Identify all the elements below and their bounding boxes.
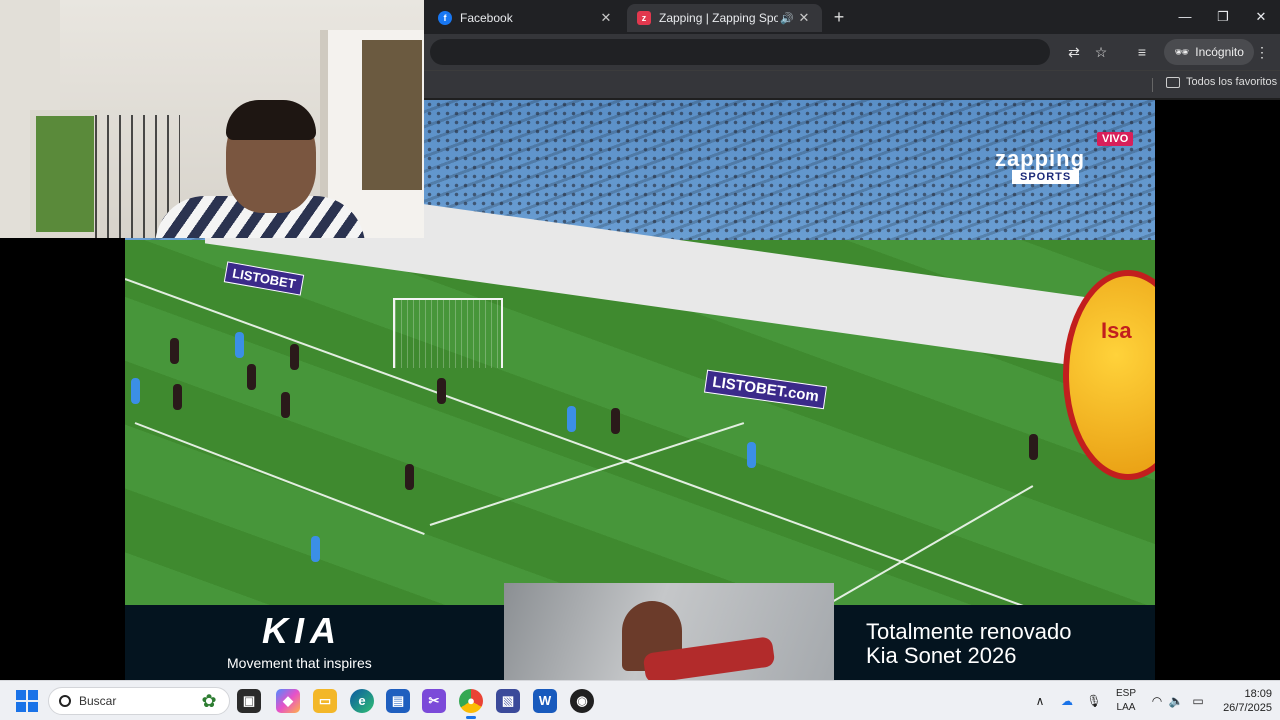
taskbar-search-placeholder: Buscar (79, 694, 117, 708)
new-tab-button[interactable]: + (828, 6, 850, 28)
windows-start-icon[interactable] (16, 690, 38, 712)
ad-photo-driver (504, 583, 834, 680)
browser-chrome: f Facebook ✕ z Zapping | Zapping Sports … (424, 0, 1280, 100)
sponsor-balloon-text: Isa (1101, 318, 1132, 343)
taskbar: Buscar ✿ ▣ ◆ ▭ e ▤ ✂ ● ▧ W ◉ ∧ ☁ 🎙 ESP L… (0, 680, 1280, 720)
minimize-button[interactable]: — (1166, 0, 1204, 34)
bookmarks-all-folder[interactable]: Todos los favoritos (1166, 76, 1277, 88)
more-menu-icon[interactable]: ⋮ (1250, 40, 1274, 64)
tab-facebook[interactable]: f Facebook ✕ (428, 4, 624, 32)
player (567, 406, 576, 432)
player (405, 464, 414, 490)
tab-title: Zapping | Zapping Sports (659, 11, 778, 25)
browser-toolbar: ⇄ ☆ ≡ 🕶 Incógnito ⋮ (424, 34, 1280, 70)
webcam-shelf (362, 40, 422, 190)
tab-bar: f Facebook ✕ z Zapping | Zapping Sports … (424, 0, 1280, 34)
word-icon[interactable]: W (533, 689, 557, 713)
system-clock[interactable]: 18:09 26/7/2025 (1222, 687, 1272, 715)
file-explorer-icon[interactable]: ▭ (313, 689, 337, 713)
media-controls-icon[interactable]: ≡ (1130, 40, 1154, 64)
address-bar[interactable] (430, 39, 1050, 65)
goal-net (393, 298, 503, 368)
volume-icon[interactable]: 🔈 (1166, 691, 1186, 711)
facebook-icon: f (438, 11, 452, 25)
snipping-tool-icon[interactable]: ✂ (422, 689, 446, 713)
bookmarks-separator (1152, 78, 1153, 92)
language-indicator[interactable]: ESP LAA (1112, 687, 1140, 715)
player (437, 378, 446, 404)
close-window-button[interactable]: ✕ (1242, 0, 1280, 34)
clock-date: 26/7/2025 (1223, 702, 1272, 714)
live-badge: VIVO (1097, 132, 1134, 146)
bookmarks-folder-label: Todos los favoritos (1186, 76, 1278, 88)
clock-time: 18:09 (1244, 688, 1272, 700)
speaker-icon[interactable]: 🔊 (778, 12, 796, 25)
kia-logo: KIA (262, 610, 342, 651)
media-app-icon[interactable]: ▧ (496, 689, 520, 713)
tab-close-icon[interactable]: ✕ (796, 10, 812, 26)
ad-headline-line2: Kia Sonet 2026 (866, 643, 1017, 668)
onedrive-icon[interactable]: ☁ (1057, 691, 1077, 711)
store-icon[interactable]: ▤ (386, 689, 410, 713)
tab-zapping[interactable]: z Zapping | Zapping Sports 🔊 ✕ (627, 4, 822, 32)
incognito-icon: 🕶 (1174, 45, 1190, 59)
folder-icon (1166, 76, 1180, 88)
player (173, 384, 182, 410)
keyboard-layout: LAA (1116, 702, 1136, 713)
webcam-person-hair (226, 100, 316, 140)
microphone-icon[interactable]: 🎙 (1084, 691, 1104, 711)
maximize-button[interactable]: ❐ (1204, 0, 1242, 34)
chrome-icon[interactable]: ● (459, 689, 483, 719)
task-view-icon[interactable]: ▣ (237, 689, 261, 713)
tab-close-icon[interactable]: ✕ (598, 10, 614, 26)
battery-icon[interactable]: ▭ (1188, 691, 1208, 711)
language-code: ESP (1115, 688, 1136, 699)
zapping-icon: z (637, 11, 651, 25)
player (170, 338, 179, 364)
search-highlight-icon[interactable]: ✿ (192, 689, 226, 713)
zapping-logo: zapping (994, 146, 1086, 171)
kia-tagline: Movement that inspires (227, 655, 372, 671)
player (131, 378, 140, 404)
chevron-up-icon[interactable]: ∧ (1030, 691, 1050, 711)
player (281, 392, 290, 418)
player (235, 332, 244, 358)
screen: f Facebook ✕ z Zapping | Zapping Sports … (0, 0, 1280, 720)
zapping-sports-label: SPORTS (1012, 170, 1080, 184)
player (611, 408, 620, 434)
translate-icon[interactable]: ⇄ (1062, 40, 1086, 64)
bookmarks-bar: Todos los favoritos (424, 70, 1280, 98)
ad-banner[interactable]: KIA Movement that inspires Totalmente re… (125, 583, 1155, 680)
player (1029, 434, 1038, 460)
incognito-button[interactable]: 🕶 Incógnito (1164, 39, 1254, 65)
ad-headline-line1: Totalmente renovado (866, 619, 1072, 644)
copilot-icon[interactable]: ◆ (276, 689, 300, 713)
app-icon[interactable]: ◉ (570, 689, 594, 713)
ad-headline: Totalmente renovado Kia Sonet 2026 (866, 620, 1071, 668)
player (311, 536, 320, 562)
tab-title: Facebook (460, 11, 513, 25)
player (747, 442, 756, 468)
wifi-icon[interactable]: ◠ (1147, 691, 1167, 711)
webcam-overlay (0, 0, 424, 238)
webcam-door (30, 110, 100, 238)
search-icon (59, 695, 71, 707)
incognito-label: Incógnito (1195, 45, 1244, 59)
player (290, 344, 299, 370)
edge-icon[interactable]: e (350, 689, 374, 713)
player (247, 364, 256, 390)
bookmark-star-icon[interactable]: ☆ (1089, 40, 1113, 64)
